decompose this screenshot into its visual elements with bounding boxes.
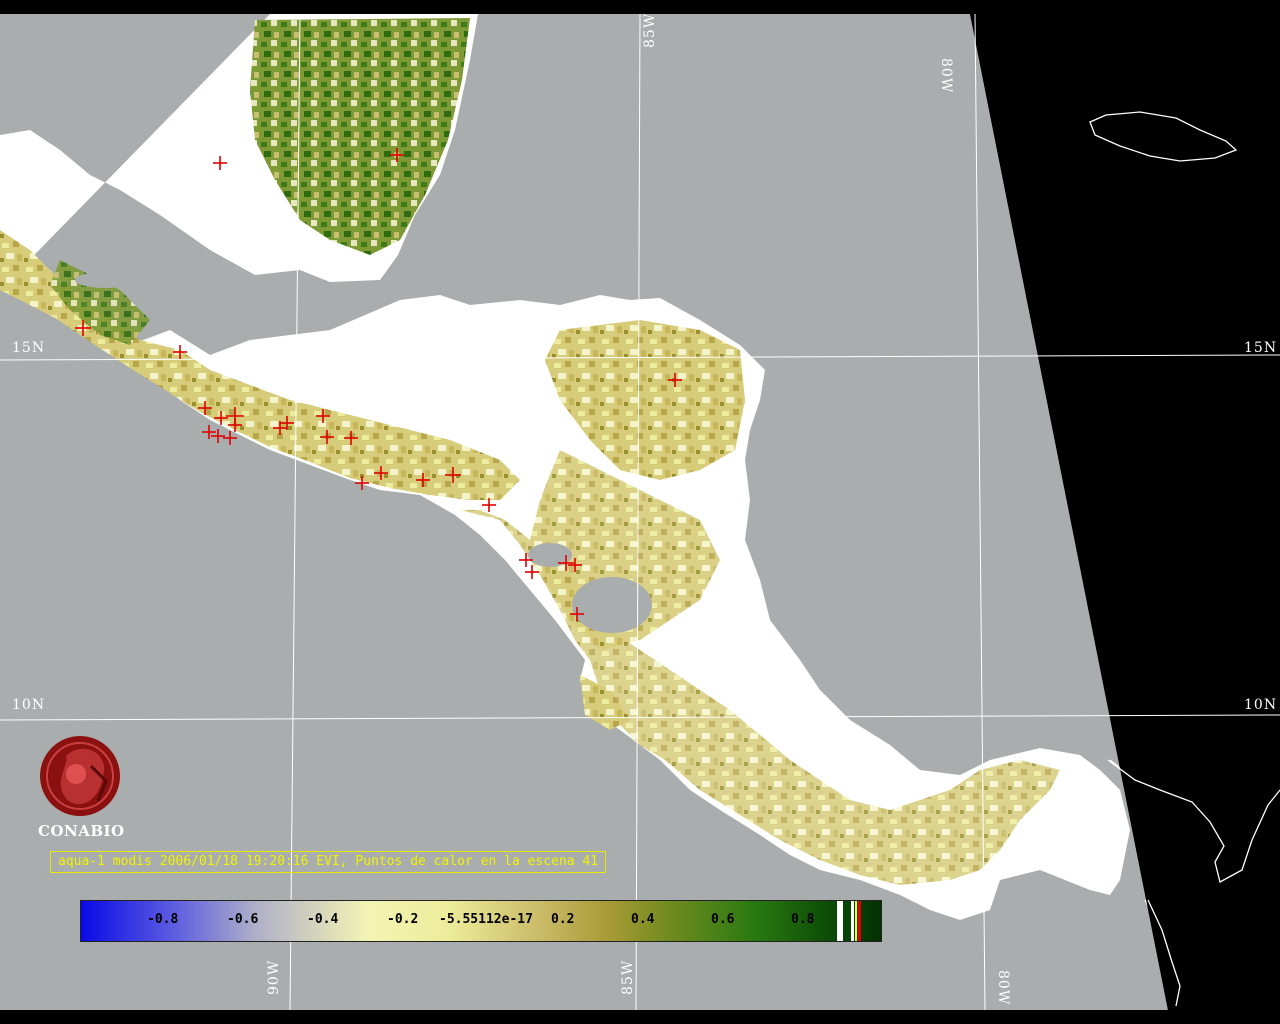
- lon-label-90w-bottom: 90W: [266, 959, 282, 995]
- lon-label-80w-top: 80W: [938, 58, 954, 94]
- colorbar-tick: -5.55112e-17: [439, 912, 533, 927]
- colorbar-tick: 0.8: [791, 912, 815, 927]
- colorbar-hotspot-swatch: [858, 901, 861, 941]
- colorbar-tick: 0.2: [551, 912, 575, 927]
- lon-label-80w-bottom: 80W: [995, 970, 1011, 1006]
- colorbar-tick: 0.4: [631, 912, 655, 927]
- scene-caption: aqua-1 modis 2006/01/18 19:20:16 EVI, Pu…: [50, 851, 607, 873]
- colorbar-tick: -0.6: [227, 912, 259, 927]
- colorbar-cloud-swatch: [837, 901, 843, 941]
- lon-label-85w-top: 85W: [642, 12, 658, 48]
- bottom-border-mask: [0, 1010, 1280, 1024]
- lat-label-10n-right: 10N: [1244, 697, 1278, 713]
- colorbar-tick: 0.6: [711, 912, 735, 927]
- lat-label-10n-left: 10N: [12, 697, 46, 713]
- lat-label-15n-right: 15N: [1244, 340, 1278, 356]
- top-border-mask: [0, 0, 1280, 14]
- colorbar-yellow-swatch: [855, 901, 857, 941]
- lon-label-85w-bottom: 85W: [620, 959, 636, 995]
- colorbar-tick: -0.8: [147, 912, 179, 927]
- colorbar-tick: -0.4: [307, 912, 339, 927]
- evi-colorbar: -0.8 -0.6 -0.4 -0.2 -5.55112e-17 0.2 0.4…: [80, 900, 882, 942]
- lat-label-15n-left: 15N: [12, 340, 46, 356]
- colorbar-cloud-swatch-2: [851, 901, 854, 941]
- colorbar-tick: -0.2: [387, 912, 419, 927]
- conabio-logo-text: CONABIO: [38, 822, 125, 840]
